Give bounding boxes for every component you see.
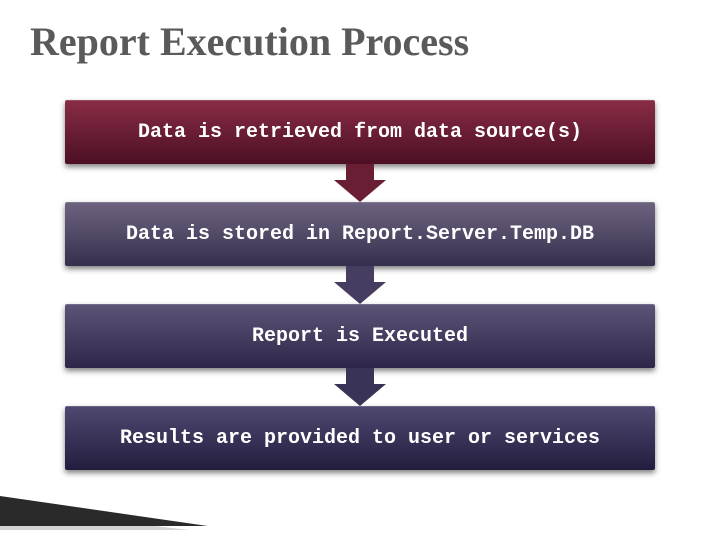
arrow-down-icon	[334, 368, 386, 406]
process-flow: Data is retrieved from data source(s) Da…	[0, 100, 720, 470]
step-label: Data is retrieved from data source(s)	[138, 121, 582, 144]
step-store-tempdb: Data is stored in Report.Server.Temp.DB	[65, 202, 655, 266]
step-label: Data is stored in Report.Server.Temp.DB	[126, 223, 594, 246]
step-deliver-results: Results are provided to user or services	[65, 406, 655, 470]
step-execute-report: Report is Executed	[65, 304, 655, 368]
page-title: Report Execution Process	[30, 18, 469, 65]
step-label: Report is Executed	[252, 325, 468, 348]
step-label: Results are provided to user or services	[120, 427, 600, 450]
slide-decor	[0, 470, 230, 530]
arrow-down-icon	[334, 266, 386, 304]
step-retrieve-data: Data is retrieved from data source(s)	[65, 100, 655, 164]
arrow-down-icon	[334, 164, 386, 202]
